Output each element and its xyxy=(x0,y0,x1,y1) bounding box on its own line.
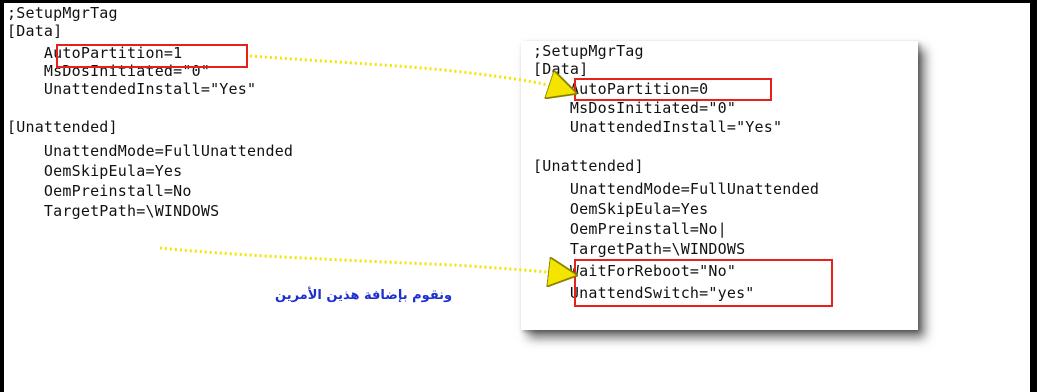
arrows-layer xyxy=(159,54,1037,392)
arrow-new-commands xyxy=(159,246,566,274)
arrow-autopartition xyxy=(249,54,566,90)
arabic-annotation: ونقوم بإضافة هذين الأمرين xyxy=(275,288,453,303)
